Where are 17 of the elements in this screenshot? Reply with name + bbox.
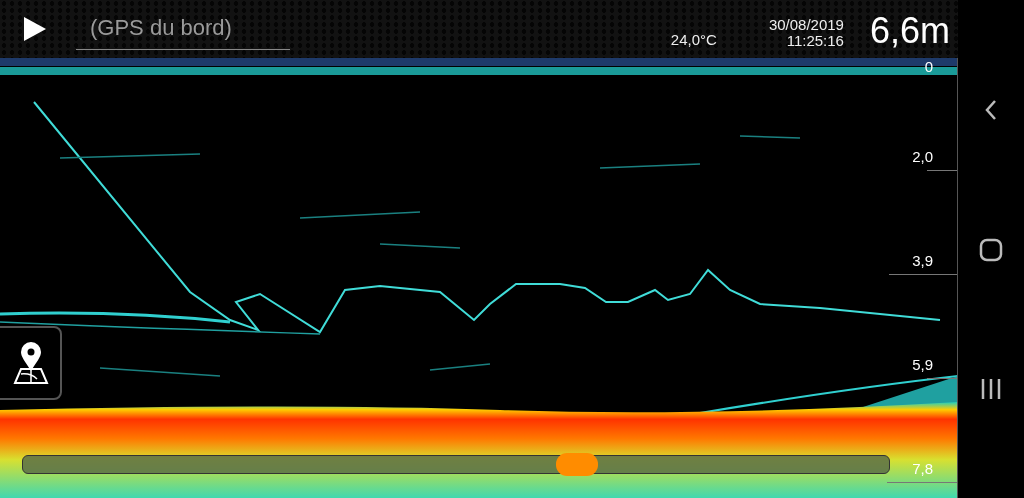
play-icon[interactable]	[22, 16, 48, 42]
recent-apps-icon[interactable]	[980, 378, 1002, 400]
depth-scale-label: 3,9	[912, 252, 933, 269]
date-label: 30/08/2019	[768, 17, 844, 33]
home-icon[interactable]	[979, 238, 1003, 262]
slider-thumb[interactable]	[556, 453, 599, 476]
depth-scale-label: 7,8	[912, 460, 933, 477]
history-slider[interactable]	[22, 455, 890, 474]
map-pin-icon	[11, 341, 51, 385]
depth-scale-label: 2,0	[912, 148, 933, 165]
water-temperature: 24,0°C	[670, 30, 717, 48]
source-field[interactable]: (GPS du bord)	[76, 8, 290, 50]
depth-reading: 6,6m	[869, 10, 950, 52]
back-icon[interactable]	[983, 98, 999, 122]
depth-scale-label: 5,9	[912, 356, 933, 373]
map-button[interactable]	[0, 326, 62, 400]
time-label: 11:25:16	[786, 33, 844, 49]
